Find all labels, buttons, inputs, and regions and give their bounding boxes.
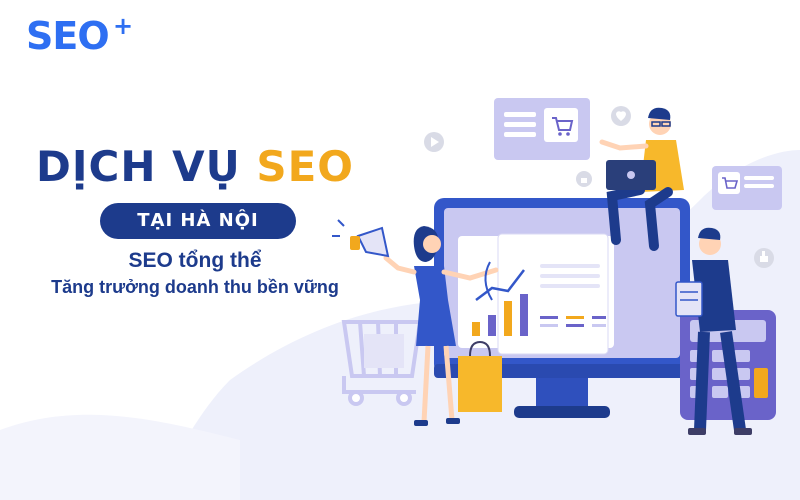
headline-part1: DỊCH VỤ xyxy=(36,142,257,191)
play-icon xyxy=(424,132,444,152)
seo-banner: SEO + DỊCH VỤ SEO TẠI HÀ NỘI SEO tổng th… xyxy=(0,0,800,500)
logo-text: SEO xyxy=(26,14,110,58)
heart-icon xyxy=(611,106,631,126)
chart-bar xyxy=(472,322,480,336)
chart-bar xyxy=(520,294,528,336)
cart-wheel xyxy=(348,390,364,406)
cart-wheel xyxy=(396,390,412,406)
location-badge-text: TẠI HÀ NỘI xyxy=(137,210,259,231)
chart-bar xyxy=(504,301,512,336)
brand-logo[interactable]: SEO xyxy=(26,14,110,58)
thumbs-up-icon xyxy=(754,248,774,268)
subtitle-line2: Tăng trưởng doanh thu bền vững xyxy=(51,277,339,297)
cart-bubble-right xyxy=(712,166,782,210)
cart-bubble-top xyxy=(494,98,590,160)
thumbs-up-icon-small xyxy=(576,171,592,187)
headline: DỊCH VỤ SEO xyxy=(36,142,396,191)
chart-panel xyxy=(458,233,614,355)
headline-part2: SEO xyxy=(256,142,354,191)
cart-box xyxy=(364,334,404,368)
logo-plus-sign: + xyxy=(113,12,134,40)
subtitle-line1: SEO tổng thể xyxy=(128,249,262,272)
chart-bar xyxy=(488,315,496,336)
